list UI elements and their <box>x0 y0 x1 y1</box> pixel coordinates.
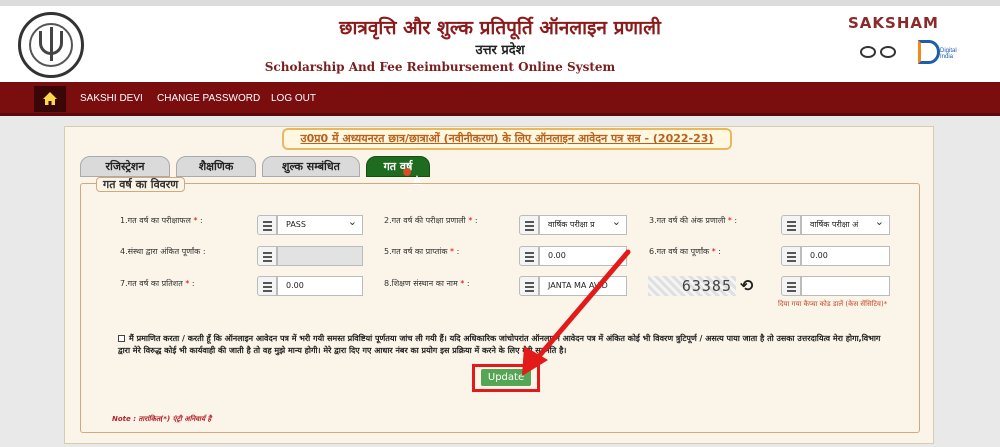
arrow-shaft <box>531 249 631 365</box>
annotation-arrow <box>522 249 631 376</box>
